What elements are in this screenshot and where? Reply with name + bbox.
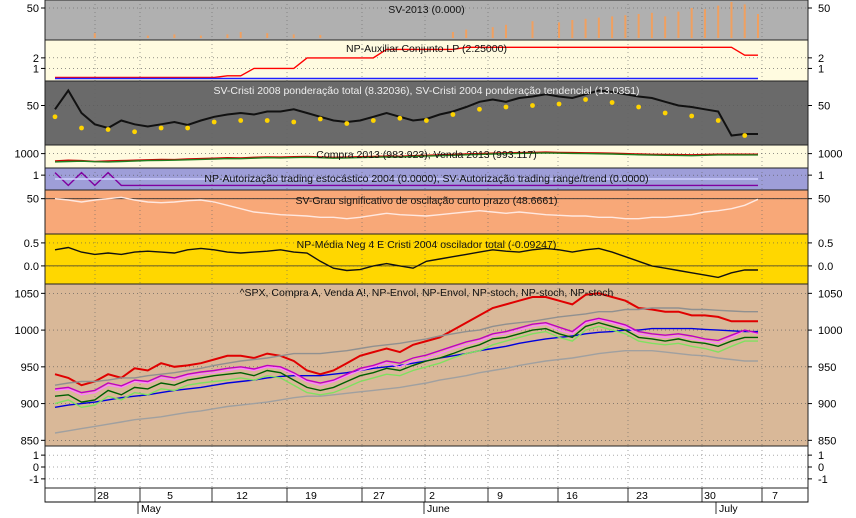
series-point xyxy=(662,110,668,116)
y-tick-label-right: 1050 xyxy=(818,288,842,300)
x-tick-label: 9 xyxy=(497,490,503,502)
series-point xyxy=(344,121,350,126)
panel-title: ^SPX, Compra A, Venda A!, NP-Envol, NP-E… xyxy=(240,287,614,299)
x-tick-label: 19 xyxy=(305,490,317,502)
panel-bottom: 1 10 0-1 -1 xyxy=(0,445,856,489)
panel-sv-grau: 50 50 SV-Grau significativo de oscilação c… xyxy=(0,189,856,235)
y-tick-label-left: 1050 xyxy=(15,288,39,300)
y-tick-label-left: 1000 xyxy=(15,325,39,337)
series-point xyxy=(397,115,403,121)
series-point xyxy=(238,118,244,123)
y-tick-label-right: 1 xyxy=(818,63,824,75)
month-label: July xyxy=(719,503,738,515)
y-tick-label-left: 1 xyxy=(33,63,39,75)
panel-spx: 1050 1050 1000 1000 950 950 900 900 850 850 ^SPX, … xyxy=(0,283,856,447)
y-tick-label-left: 0.0 xyxy=(24,261,39,273)
panel-sv2013: 50 50 SV-2013 (0.000) xyxy=(0,0,856,41)
panel-title: Compra 2013 (983.923), Venda 2013 (993.1… xyxy=(316,149,536,161)
y-tick-label-right: 0.5 xyxy=(818,238,833,250)
panel-title: SV-Grau significativo de oscilação curto… xyxy=(295,195,557,207)
y-tick-label-left: 950 xyxy=(21,362,39,374)
panel-np-autorizacao: 1 1 NP-Autorização trading estocástico 200… xyxy=(0,167,856,191)
y-tick-label-left: 50 xyxy=(27,101,39,113)
y-tick-label-right: 0 xyxy=(818,462,824,474)
y-tick-label-left: -1 xyxy=(29,474,39,486)
y-tick-label-left: 900 xyxy=(21,399,39,411)
x-axis-band xyxy=(44,487,809,503)
y-tick-label-right: 0.0 xyxy=(818,261,833,273)
panel-title: SV-Cristi 2008 ponderação total (8.32036… xyxy=(213,85,639,97)
x-tick-label: 27 xyxy=(373,490,385,502)
y-tick-label-right: 950 xyxy=(818,362,836,374)
series-point xyxy=(105,127,111,132)
y-tick-label-left: 50 xyxy=(27,194,39,206)
month-label: June xyxy=(427,503,450,515)
series-point xyxy=(689,113,695,119)
month-label: May xyxy=(141,503,162,515)
panel-np-media: 0.5 0.5 0.0 0.0 NP-Média Neg 4 E Cristi 2004… xyxy=(0,233,856,285)
y-tick-label-right: 1 xyxy=(818,170,824,182)
series-point xyxy=(317,116,323,122)
series-point xyxy=(636,104,642,110)
y-tick-label-left: 1000 xyxy=(15,149,39,161)
y-tick-label-right: 50 xyxy=(818,101,830,113)
y-tick-label-left: 1 xyxy=(33,450,39,462)
panel-sv-cristi: 50 50 SV-Cristi 2008 ponderação total (8.3… xyxy=(0,80,856,146)
y-tick-label-right: -1 xyxy=(818,474,828,486)
panel-title: NP-Média Neg 4 E Cristi 2004 oscilador t… xyxy=(297,239,557,251)
panel-title: NP-Autorização trading estocástico 2004 … xyxy=(204,173,648,185)
x-tick-label: 2 xyxy=(429,490,435,502)
multi-panel-stock-chart: 50 50 SV-2013 (0.000) 2 2 1 1 NP-Auxiliar Conju… xyxy=(0,0,856,518)
series-point xyxy=(264,118,270,123)
series-point xyxy=(158,125,164,131)
series-point xyxy=(211,119,217,125)
x-tick-label: 28 xyxy=(97,490,109,502)
chart-canvas: 50 50SV-2013 (0.000)2 21 1NP-Auxiliar Conju… xyxy=(0,0,856,518)
x-tick-label: 7 xyxy=(772,490,778,502)
series-point xyxy=(609,100,615,105)
y-tick-label-right: 1000 xyxy=(818,325,842,337)
panel-np-aux: 2 21 1NP-Auxiliar Conjunto LP (2.25000) xyxy=(0,39,856,82)
series-point xyxy=(450,112,456,117)
series-point xyxy=(291,119,297,125)
series-point xyxy=(370,118,376,123)
y-tick-label-left: 850 xyxy=(21,435,39,447)
y-tick-label-left: 0 xyxy=(33,462,39,474)
series-point xyxy=(185,125,191,131)
x-tick-label: 30 xyxy=(704,490,716,502)
x-tick-label: 23 xyxy=(636,490,648,502)
panel-title: SV-2013 (0.000) xyxy=(388,4,464,16)
series-point xyxy=(715,118,721,123)
x-tick-label: 5 xyxy=(167,490,173,502)
y-tick-label-left: 50 xyxy=(27,3,39,15)
y-tick-label-right: 50 xyxy=(818,3,830,15)
y-tick-label-left: 0.5 xyxy=(24,238,39,250)
panel-compra-venda: 1000 1000 Compra 2013 (983.923), Venda 201… xyxy=(0,144,856,169)
y-tick-label-right: 900 xyxy=(818,399,836,411)
series-point xyxy=(530,103,535,108)
series-point xyxy=(477,106,482,112)
series-point xyxy=(583,97,588,102)
y-tick-label-right: 1 xyxy=(818,450,824,462)
series-point xyxy=(79,125,84,131)
x-tick-label: 12 xyxy=(236,490,248,502)
series-point xyxy=(556,101,562,107)
y-tick-label-left: 1 xyxy=(33,170,39,182)
series-point xyxy=(742,133,748,138)
series-point xyxy=(132,129,137,135)
series-point xyxy=(52,114,58,120)
panel-title: NP-Auxiliar Conjunto LP (2.25000) xyxy=(346,43,507,55)
series-point xyxy=(503,104,509,110)
series-point xyxy=(423,118,429,123)
x-tick-label: 16 xyxy=(566,490,578,502)
y-tick-label-right: 1000 xyxy=(818,149,842,161)
y-tick-label-right: 50 xyxy=(818,194,830,206)
y-tick-label-right: 850 xyxy=(818,435,836,447)
